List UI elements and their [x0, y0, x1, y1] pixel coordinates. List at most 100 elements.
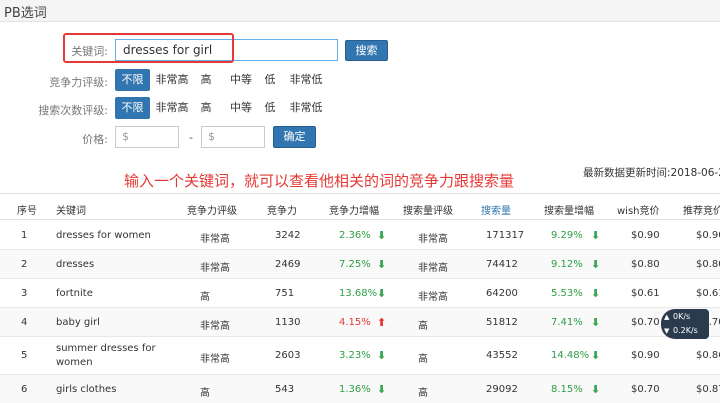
- row-comp-growth: 13.68%: [339, 288, 378, 299]
- search-volume-filter-option-4[interactable]: 低: [261, 97, 279, 119]
- row-no: 5: [21, 350, 28, 361]
- arrow-up-icon: ⬆: [377, 316, 387, 329]
- price-confirm-button[interactable]: 确定: [273, 126, 316, 148]
- row-wish-bid: $0.61: [631, 288, 660, 299]
- col-header-no[interactable]: 序号: [17, 202, 37, 217]
- row-comp: 2603: [275, 350, 301, 361]
- arrow-down-icon: ⬇: [591, 349, 601, 362]
- window-title: PB选词: [4, 6, 47, 21]
- row-vol: 64200: [486, 288, 518, 299]
- row-vol-rating: 非常高: [418, 292, 448, 303]
- competition-filter-option-3[interactable]: 中等: [226, 69, 256, 91]
- row-comp: 543: [275, 384, 295, 395]
- row-keyword: fortnite: [56, 288, 93, 299]
- col-header-keyword[interactable]: 关键词: [56, 202, 86, 217]
- row-no: 1: [21, 230, 28, 241]
- row-rec-bid: $0.90: [696, 230, 720, 241]
- keyword-table: 序号 关键词 竞争力评级 竞争力 竞争力增幅 搜索量评级 搜索量 搜索量增幅 w…: [0, 193, 720, 403]
- row-vol-growth: 5.53%: [551, 288, 583, 299]
- upload-speed: 0K/s: [673, 312, 691, 321]
- row-comp-rating: 非常高: [200, 354, 230, 365]
- search-volume-filter-label: 搜索次数评级:: [38, 104, 108, 117]
- competition-filter-option-0[interactable]: 不限: [115, 69, 150, 91]
- row-rec-bid: $0.86: [696, 350, 720, 361]
- col-header-rec-bid[interactable]: 推荐竞价: [683, 202, 720, 217]
- table-row[interactable]: 6 girls clothes 高 543 1.36% 高 29092 8.15% $0.70 $…: [0, 375, 720, 403]
- row-rec-bid: $0.87: [696, 384, 720, 395]
- price-separator: -: [189, 131, 193, 144]
- row-keyword: baby girl: [56, 317, 100, 328]
- col-header-vol-rating[interactable]: 搜索量评级: [403, 202, 453, 217]
- row-vol: 51812: [486, 317, 518, 328]
- search-volume-filter-option-2[interactable]: 高: [195, 97, 217, 119]
- row-vol: 171317: [486, 230, 525, 241]
- row-wish-bid: $0.90: [631, 350, 660, 361]
- upload-arrow-icon: ▲: [664, 313, 670, 321]
- price-label: 价格:: [82, 133, 108, 146]
- row-comp: 2469: [275, 259, 301, 270]
- row-no: 6: [21, 384, 28, 395]
- col-header-comp[interactable]: 竞争力: [267, 202, 297, 217]
- search-volume-filter-option-5[interactable]: 非常低: [286, 97, 326, 119]
- download-speed: 0.2K/s: [673, 326, 698, 335]
- col-header-vol-growth[interactable]: 搜索量增幅: [544, 202, 594, 217]
- row-keyword: dresses: [56, 259, 95, 270]
- network-speed-widget: ▲ 0K/s ▼ 0.2K/s: [661, 309, 709, 339]
- row-no: 3: [21, 288, 28, 299]
- competition-filter-label: 竞争力评级:: [49, 76, 108, 89]
- table-row[interactable]: 2 dresses 非常高 2469 7.25% 非常高 74412 9.12% $0.80 $0…: [0, 250, 720, 279]
- arrow-down-icon: ⬇: [591, 287, 601, 300]
- search-button[interactable]: 搜索: [345, 40, 388, 61]
- competition-filter-option-5[interactable]: 非常低: [286, 69, 326, 91]
- row-vol-rating: 非常高: [418, 234, 448, 245]
- row-comp: 751: [275, 288, 295, 299]
- row-comp-rating: 非常高: [200, 234, 230, 245]
- keyword-input[interactable]: dresses for girl: [115, 39, 338, 61]
- arrow-down-icon: ⬇: [591, 229, 601, 242]
- table-row[interactable]: 1 dresses for women 非常高 3242 2.36% 非常高 171317 9…: [0, 221, 720, 250]
- arrow-down-icon: ⬇: [591, 316, 601, 329]
- col-header-comp-growth[interactable]: 竞争力增幅: [329, 202, 379, 217]
- row-vol: 43552: [486, 350, 518, 361]
- row-vol-growth: 14.48%: [551, 350, 590, 361]
- price-max-input[interactable]: $: [201, 126, 265, 148]
- search-volume-filter-option-0[interactable]: 不限: [115, 97, 150, 119]
- arrow-down-icon: ⬇: [377, 287, 387, 300]
- row-comp-growth: 7.25%: [339, 259, 371, 270]
- row-rec-bid: $0.61: [696, 288, 720, 299]
- row-no: 4: [21, 317, 28, 328]
- col-header-comp-rating[interactable]: 竞争力评级: [187, 202, 237, 217]
- row-rec-bid: $0.80: [696, 259, 720, 270]
- col-header-wish-bid[interactable]: wish竞价: [617, 202, 660, 217]
- row-keyword: dresses for women: [56, 230, 151, 241]
- competition-filter-option-2[interactable]: 高: [195, 69, 217, 91]
- row-comp-rating: 高: [200, 388, 210, 399]
- window-titlebar: PB选词: [0, 0, 720, 22]
- row-vol: 29092: [486, 384, 518, 395]
- table-row[interactable]: 3 fortnite 高 751 13.68% 非常高 64200 5.53% $0.61 $0.…: [0, 279, 720, 308]
- arrow-down-icon: ⬇: [591, 383, 601, 396]
- price-min-input[interactable]: $: [115, 126, 179, 148]
- row-vol: 74412: [486, 259, 518, 270]
- row-comp: 3242: [275, 230, 301, 241]
- table-header: 序号 关键词 竞争力评级 竞争力 竞争力增幅 搜索量评级 搜索量 搜索量增幅 w…: [0, 193, 720, 220]
- row-comp-growth: 3.23%: [339, 350, 371, 361]
- col-header-vol[interactable]: 搜索量: [481, 202, 511, 217]
- row-vol-growth: 8.15%: [551, 384, 583, 395]
- table-row[interactable]: 4baby girl非常高11304.15%高518127.41%$0.70$0…: [0, 308, 720, 337]
- arrow-down-icon: ⬇: [591, 258, 601, 271]
- arrow-down-icon: ⬇: [377, 349, 387, 362]
- row-comp-rating: 非常高: [200, 321, 230, 332]
- table-row[interactable]: 5 summer dresses for women 非常高 2603 3.23% 高 43…: [0, 337, 720, 375]
- row-vol-growth: 7.41%: [551, 317, 583, 328]
- competition-filter-option-4[interactable]: 低: [261, 69, 279, 91]
- search-volume-filter-option-3[interactable]: 中等: [226, 97, 256, 119]
- competition-filter-option-1[interactable]: 非常高: [151, 69, 193, 91]
- arrow-down-icon: ⬇: [377, 229, 387, 242]
- arrow-down-icon: ⬇: [377, 258, 387, 271]
- row-vol-rating: 非常高: [418, 263, 448, 274]
- row-comp: 1130: [275, 317, 301, 328]
- search-volume-filter-option-1[interactable]: 非常高: [151, 97, 193, 119]
- row-vol-rating: 高: [418, 354, 428, 365]
- row-comp-growth: 1.36%: [339, 384, 371, 395]
